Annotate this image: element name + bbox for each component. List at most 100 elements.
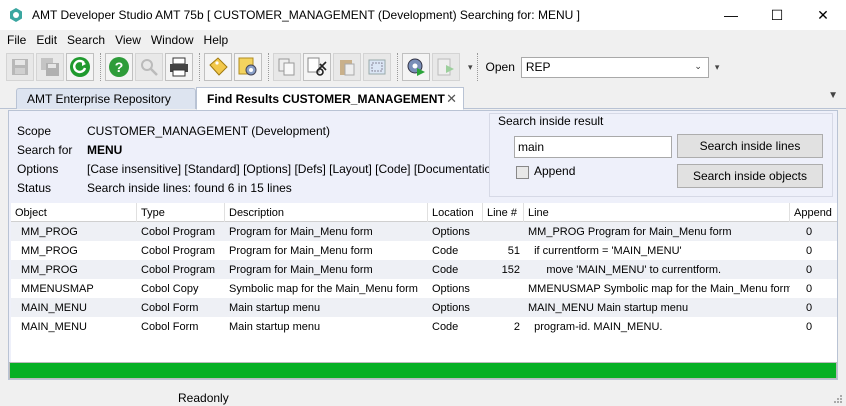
column-header-description[interactable]: Description xyxy=(225,203,428,222)
status-text: Readonly xyxy=(178,391,229,405)
close-icon[interactable]: ✕ xyxy=(446,91,457,107)
toolbar-separator xyxy=(100,53,101,81)
menu-view[interactable]: View xyxy=(110,33,146,47)
cell-type: Cobol Copy xyxy=(141,282,199,295)
save-all-icon[interactable] xyxy=(36,53,64,81)
close-button[interactable]: ✕ xyxy=(800,0,846,30)
status-row: Status Search inside lines: found 6 in 1… xyxy=(17,179,292,197)
table-row[interactable]: MAIN_MENU Cobol Form Main startup menu Code… xyxy=(11,317,837,336)
toolbar-overflow-icon[interactable]: ▾ xyxy=(468,62,473,73)
column-header-object[interactable]: Object xyxy=(11,203,137,222)
search-for-value: MENU xyxy=(87,143,123,157)
menu-file[interactable]: File xyxy=(2,33,31,47)
help-icon[interactable]: ? xyxy=(105,53,133,81)
column-header-line[interactable]: Line xyxy=(524,203,790,222)
window-title: AMT Developer Studio AMT 75b [ CUSTOMER_… xyxy=(32,8,580,22)
paste-icon[interactable] xyxy=(333,53,361,81)
table-row[interactable]: MAIN_MENU Cobol Form Main startup menu Opti… xyxy=(11,298,837,317)
cell-line: MAIN_MENU Main startup menu xyxy=(528,301,689,314)
app-logo-icon xyxy=(10,8,22,22)
document-tabs: AMT Enterprise Repository Find Results C… xyxy=(0,85,846,110)
cell-type: Cobol Program xyxy=(141,244,215,257)
tag-icon[interactable] xyxy=(204,53,232,81)
toolbar-separator xyxy=(268,53,269,81)
cell-description: Symbolic map for the Main_Menu form xyxy=(229,282,418,295)
cell-line: MMENUSMAP Symbolic map for the Main_Menu… xyxy=(528,282,790,295)
cell-append: 0 xyxy=(806,320,813,333)
print-icon[interactable] xyxy=(165,53,193,81)
cell-object: MMENUSMAP xyxy=(21,282,94,295)
table-row[interactable]: MM_PROG Cobol Program Program for Main_Men… xyxy=(11,260,837,279)
tab-label: Find Results CUSTOMER_MANAGEMENT xyxy=(207,91,445,106)
menu-help[interactable]: Help xyxy=(199,33,234,47)
search-for-label: Search for xyxy=(17,143,73,157)
cell-description: Program for Main_Menu form xyxy=(229,225,373,238)
svg-text:?: ? xyxy=(115,59,124,75)
settings-icon[interactable] xyxy=(234,53,262,81)
cell-line: move 'MAIN_MENU' to currentform. xyxy=(528,263,722,276)
cell-description: Program for Main_Menu form xyxy=(229,244,373,257)
open-label: Open xyxy=(485,60,515,74)
search-inside-lines-button[interactable]: Search inside lines xyxy=(677,134,823,158)
search-inside-objects-button[interactable]: Search inside objects xyxy=(677,164,823,188)
options-label: Options xyxy=(17,162,59,176)
cell-append: 0 xyxy=(806,225,813,238)
tab-find-results[interactable]: Find Results CUSTOMER_MANAGEMENT ✕ xyxy=(196,87,464,110)
scope-row: Scope CUSTOMER_MANAGEMENT (Development) xyxy=(17,122,330,140)
tab-enterprise-repository[interactable]: AMT Enterprise Repository xyxy=(16,88,196,109)
open-dropdown[interactable]: REP ⌄ xyxy=(520,56,709,78)
results-grid: Object Type Description Location Line # … xyxy=(11,203,837,363)
table-row[interactable]: MM_PROG Cobol Program Program for Main_Men… xyxy=(11,222,837,241)
cell-line-number: 152 xyxy=(501,263,520,276)
export-icon[interactable] xyxy=(432,53,460,81)
find-results-panel: Scope CUSTOMER_MANAGEMENT (Development) … xyxy=(8,110,838,380)
column-header-location[interactable]: Location xyxy=(428,203,483,222)
select-icon[interactable] xyxy=(363,53,391,81)
cell-line-number xyxy=(483,222,524,241)
cell-location: Code xyxy=(432,244,459,257)
run-icon[interactable] xyxy=(402,53,430,81)
append-label: Append xyxy=(534,164,576,178)
status-label: Status xyxy=(17,181,52,195)
cell-location: Options xyxy=(432,225,470,238)
table-row[interactable]: MM_PROG Cobol Program Program for Main_Men… xyxy=(11,241,837,260)
find-icon[interactable] xyxy=(135,53,163,81)
cell-description: Main startup menu xyxy=(229,320,321,333)
table-row[interactable]: MMENUSMAP Cobol Copy Symbolic map for the … xyxy=(11,279,837,298)
status-value: Search inside lines: found 6 in 15 lines xyxy=(87,181,292,195)
cell-append: 0 xyxy=(806,301,813,314)
column-header-append[interactable]: Append xyxy=(790,203,837,222)
search-info: Scope CUSTOMER_MANAGEMENT (Development) … xyxy=(9,111,489,199)
resize-grip-icon[interactable] xyxy=(832,393,842,403)
cell-location: Code xyxy=(432,263,459,276)
save-icon[interactable] xyxy=(6,53,34,81)
cell-object: MAIN_MENU xyxy=(21,301,88,314)
append-checkbox[interactable] xyxy=(516,166,529,179)
menu-search[interactable]: Search xyxy=(62,33,110,47)
cut-icon[interactable] xyxy=(303,53,331,81)
column-header-type[interactable]: Type xyxy=(137,203,225,222)
chevron-down-icon: ⌄ xyxy=(694,60,702,71)
toolbar-separator xyxy=(397,53,398,81)
copy-icon[interactable] xyxy=(273,53,301,81)
tab-label: AMT Enterprise Repository xyxy=(27,92,171,106)
cell-type: Cobol Form xyxy=(141,320,199,333)
maximize-button[interactable]: ☐ xyxy=(754,0,800,30)
cell-line-number xyxy=(483,279,524,298)
refresh-icon[interactable] xyxy=(66,53,94,81)
scope-label: Scope xyxy=(17,124,52,138)
column-header-line-number[interactable]: Line # xyxy=(483,203,524,222)
cell-object: MM_PROG xyxy=(21,225,78,238)
toolbar-overflow-icon[interactable]: ▾ xyxy=(715,62,720,73)
cell-append: 0 xyxy=(806,282,813,295)
grid-header: Object Type Description Location Line # … xyxy=(11,203,837,222)
menu-window[interactable]: Window xyxy=(146,33,199,47)
menu-edit[interactable]: Edit xyxy=(31,33,62,47)
cell-append: 0 xyxy=(806,244,813,257)
search-inside-input[interactable]: main xyxy=(514,136,672,158)
tab-list-menu-icon[interactable]: ▼ xyxy=(828,90,838,101)
search-for-row: Search for MENU xyxy=(17,141,122,159)
cell-type: Cobol Program xyxy=(141,225,215,238)
cell-location: Options xyxy=(432,301,470,314)
minimize-button[interactable]: — xyxy=(708,0,754,30)
